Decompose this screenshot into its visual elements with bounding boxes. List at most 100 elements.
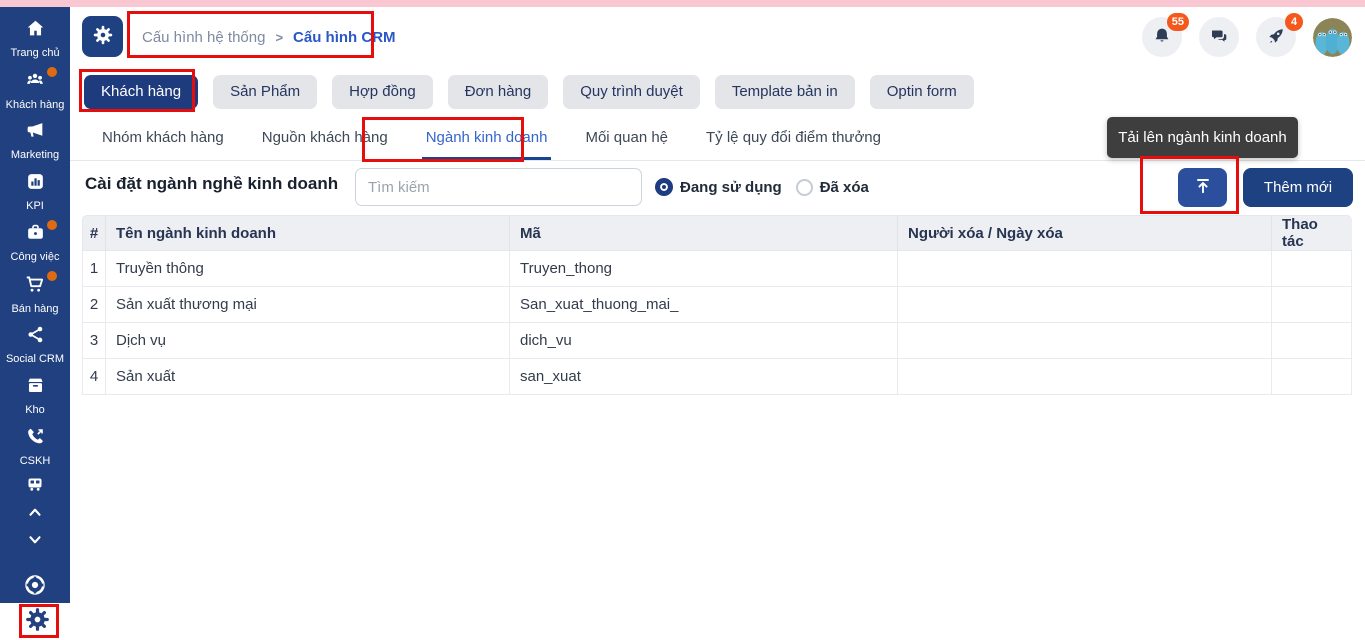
notifications-button[interactable]: 55: [1142, 17, 1182, 57]
radio-selected-icon: [655, 178, 673, 196]
cell-index: 4: [82, 359, 106, 395]
breadcrumb: Cấu hình hệ thống > Cấu hình CRM: [142, 7, 396, 68]
tab-optin-form[interactable]: Optin form: [870, 75, 974, 109]
cell-name: Dịch vụ: [106, 323, 510, 359]
lifebuoy-icon: [23, 573, 47, 602]
kpi-chart-icon: [25, 171, 46, 197]
van-icon: [25, 474, 45, 499]
bell-icon: [1152, 26, 1172, 49]
table-row[interactable]: 1 Truyền thông Truyen_thong: [82, 251, 1352, 287]
status-filter: Đang sử dụng Đã xóa: [655, 161, 869, 213]
cell-name: Sản xuất: [106, 359, 510, 395]
cell-index: 1: [82, 251, 106, 287]
share-icon: [25, 324, 46, 350]
sidebar-item-kpi[interactable]: KPI: [0, 166, 70, 217]
megaphone-icon: [25, 120, 46, 146]
cell-index: 3: [82, 323, 106, 359]
sidebar-scroll-down[interactable]: [0, 528, 70, 556]
sidebar-item-cong-viec[interactable]: Công việc: [0, 217, 70, 268]
subtab-nhom-khach-hang[interactable]: Nhóm khách hàng: [98, 115, 228, 160]
tab-san-pham[interactable]: Sản Phẩm: [213, 75, 317, 109]
sidebar-item-marketing[interactable]: Marketing: [0, 115, 70, 166]
cell-code: dich_vu: [510, 323, 898, 359]
tab-khach-hang[interactable]: Khách hàng: [84, 75, 198, 109]
sidebar-item-label: Social CRM: [6, 353, 64, 365]
sidebar-item-social-crm[interactable]: Social CRM: [0, 319, 70, 370]
upload-button[interactable]: [1178, 168, 1227, 207]
system-config-button[interactable]: [82, 16, 123, 57]
radio-dang-su-dung[interactable]: Đang sử dụng: [655, 178, 782, 196]
chevron-up-icon: [26, 503, 44, 526]
briefcase-icon: [25, 222, 46, 248]
sidebar-item-cskh[interactable]: CSKH: [0, 421, 70, 472]
notification-badge: 55: [1167, 13, 1189, 31]
cell-actions: [1272, 287, 1352, 323]
breadcrumb-current[interactable]: Cấu hình CRM: [293, 29, 396, 46]
tab-don-hang[interactable]: Đơn hàng: [448, 75, 549, 109]
users-icon: [24, 69, 46, 96]
subtab-moi-quan-he[interactable]: Mối quan hệ: [581, 115, 672, 160]
subtab-ty-le-quy-doi[interactable]: Tỷ lệ quy đổi điểm thưởng: [702, 115, 885, 160]
avatar[interactable]: [1313, 18, 1352, 57]
tab-template-ban-in[interactable]: Template bản in: [715, 75, 855, 109]
sidebar-item-khach-hang[interactable]: Khách hàng: [0, 64, 70, 115]
top-pink-strip: [0, 0, 1365, 7]
notification-dot: [47, 271, 57, 281]
page-title: Cài đặt ngành nghề kinh doanh: [85, 174, 338, 194]
cell-actions: [1272, 251, 1352, 287]
sidebar-item-help[interactable]: [0, 572, 70, 602]
notification-dot: [47, 220, 57, 230]
sidebar-item-trang-chu[interactable]: Trang chủ: [0, 13, 70, 64]
cell-name: Truyền thông: [106, 251, 510, 287]
top-bar: Cấu hình hệ thống > Cấu hình CRM 55: [70, 7, 1365, 68]
tab-quy-trinh-duyet[interactable]: Quy trình duyệt: [563, 75, 700, 109]
table-row[interactable]: 4 Sản xuất san_xuat: [82, 359, 1352, 395]
cart-icon: [24, 273, 46, 300]
cell-code: san_xuat: [510, 359, 898, 395]
cell-actions: [1272, 359, 1352, 395]
search-input[interactable]: [355, 168, 642, 206]
radio-da-xoa[interactable]: Đã xóa: [796, 179, 869, 196]
col-actions: Thao tác: [1272, 215, 1352, 251]
sidebar-item-kho[interactable]: Kho: [0, 370, 70, 421]
content-panel: Cài đặt ngành nghề kinh doanh Đang sử dụ…: [70, 161, 1365, 640]
sidebar-item-label: Bán hàng: [11, 303, 58, 315]
tab-hop-dong[interactable]: Hợp đồng: [332, 75, 433, 109]
table-row[interactable]: 3 Dịch vụ dich_vu: [82, 323, 1352, 359]
col-deleted: Người xóa / Ngày xóa: [898, 215, 1272, 251]
cell-actions: [1272, 323, 1352, 359]
rocket-button[interactable]: 4: [1256, 17, 1296, 57]
table-header-row: # Tên ngành kinh doanh Mã Người xóa / Ng…: [82, 215, 1352, 251]
sidebar-item-label: CSKH: [20, 455, 51, 467]
cell-deleted: [898, 287, 1272, 323]
sidebar-item-label: Marketing: [11, 149, 59, 161]
add-new-button[interactable]: Thêm mới: [1243, 168, 1353, 207]
messages-button[interactable]: [1199, 17, 1239, 57]
upload-icon: [1193, 176, 1213, 199]
breadcrumb-parent[interactable]: Cấu hình hệ thống: [142, 29, 265, 46]
sidebar-item-ban-hang[interactable]: Bán hàng: [0, 268, 70, 319]
table-row[interactable]: 2 Sản xuất thương mại San_xuat_thuong_ma…: [82, 287, 1352, 323]
sidebar-item-van[interactable]: [0, 472, 70, 500]
cell-index: 2: [82, 287, 106, 323]
sidebar-item-label: Khách hàng: [6, 99, 65, 111]
sidebar-item-label: KPI: [26, 200, 44, 212]
bottom-settings-button[interactable]: [23, 608, 51, 636]
rocket-badge: 4: [1285, 13, 1303, 31]
cell-deleted: [898, 359, 1272, 395]
cell-deleted: [898, 323, 1272, 359]
topbar-actions: 55 4: [1142, 17, 1352, 57]
gear-icon: [92, 24, 114, 49]
subtab-nguon-khach-hang[interactable]: Nguồn khách hàng: [258, 115, 392, 160]
gear-icon: [24, 606, 51, 638]
cell-deleted: [898, 251, 1272, 287]
subtab-nganh-kinh-doanh[interactable]: Ngành kinh doanh: [422, 115, 552, 160]
chat-icon: [1209, 26, 1229, 49]
col-code: Mã: [510, 215, 898, 251]
main-tabs: Khách hàng Sản Phẩm Hợp đồng Đơn hàng Qu…: [70, 68, 1365, 115]
cell-name: Sản xuất thương mại: [106, 287, 510, 323]
cell-code: Truyen_thong: [510, 251, 898, 287]
sidebar-scroll-up[interactable]: [0, 500, 70, 528]
sidebar-item-label: Công việc: [11, 251, 60, 263]
home-icon: [25, 18, 46, 44]
